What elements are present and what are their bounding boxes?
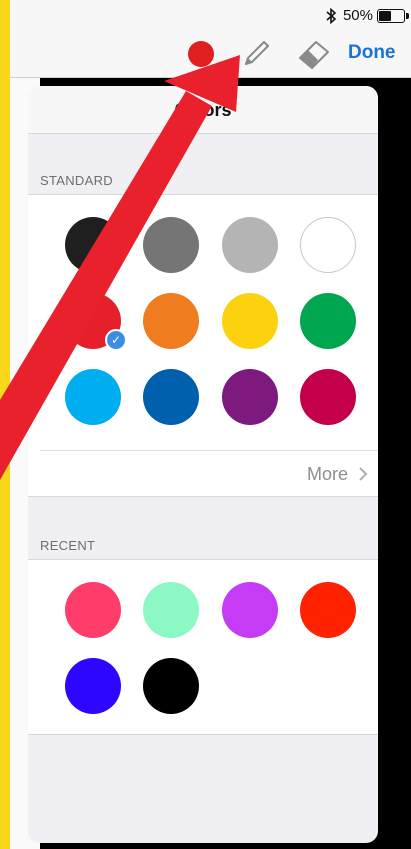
standard-color-swatch[interactable]: [300, 293, 356, 349]
standard-color-swatch[interactable]: [300, 369, 356, 425]
recent-color-swatch[interactable]: [143, 582, 199, 638]
recent-color-swatch[interactable]: [65, 582, 121, 638]
standard-section-label: STANDARD: [40, 173, 113, 188]
standard-color-swatch[interactable]: [222, 293, 278, 349]
more-colors-row[interactable]: More: [28, 451, 378, 497]
status-bar: 50%: [10, 0, 411, 30]
more-label: More: [306, 464, 348, 484]
color-picker-popover: Colors STANDARD More ✓ RECENT: [28, 86, 378, 843]
standard-color-swatch[interactable]: [65, 369, 121, 425]
recent-section-label: RECENT: [40, 538, 96, 553]
checkmark-icon: ✓: [105, 329, 127, 351]
recent-color-swatch[interactable]: [143, 658, 199, 714]
standard-color-swatch[interactable]: [143, 369, 199, 425]
recent-color-swatch[interactable]: [300, 582, 356, 638]
done-button[interactable]: Done: [348, 42, 396, 64]
popover-header: Colors: [28, 86, 378, 134]
standard-color-swatch[interactable]: [222, 369, 278, 425]
recent-colors-panel: [28, 559, 378, 735]
eraser-icon[interactable]: [296, 38, 332, 70]
standard-color-swatch[interactable]: [65, 217, 121, 273]
standard-colors-panel: More ✓: [28, 194, 378, 497]
standard-color-swatch[interactable]: [143, 217, 199, 273]
bluetooth-icon: [326, 7, 337, 24]
battery-icon: [377, 8, 409, 23]
recent-color-swatch[interactable]: [65, 658, 121, 714]
popover-title: Colors: [174, 100, 232, 120]
color-picker-button[interactable]: [188, 41, 214, 67]
battery-percent: 50%: [342, 7, 373, 24]
status-indicators: 50%: [325, 7, 409, 24]
drawing-toolbar: Done: [10, 30, 411, 78]
chevron-right-icon: [359, 467, 368, 481]
standard-color-swatch[interactable]: [222, 217, 278, 273]
standard-color-swatch[interactable]: [143, 293, 199, 349]
ipad-screen: 50% Done Colors STANDARD More ✓ RECENT: [10, 0, 411, 849]
standard-color-swatch[interactable]: [300, 217, 356, 273]
pencil-icon[interactable]: [238, 38, 274, 70]
recent-color-swatch[interactable]: [222, 582, 278, 638]
